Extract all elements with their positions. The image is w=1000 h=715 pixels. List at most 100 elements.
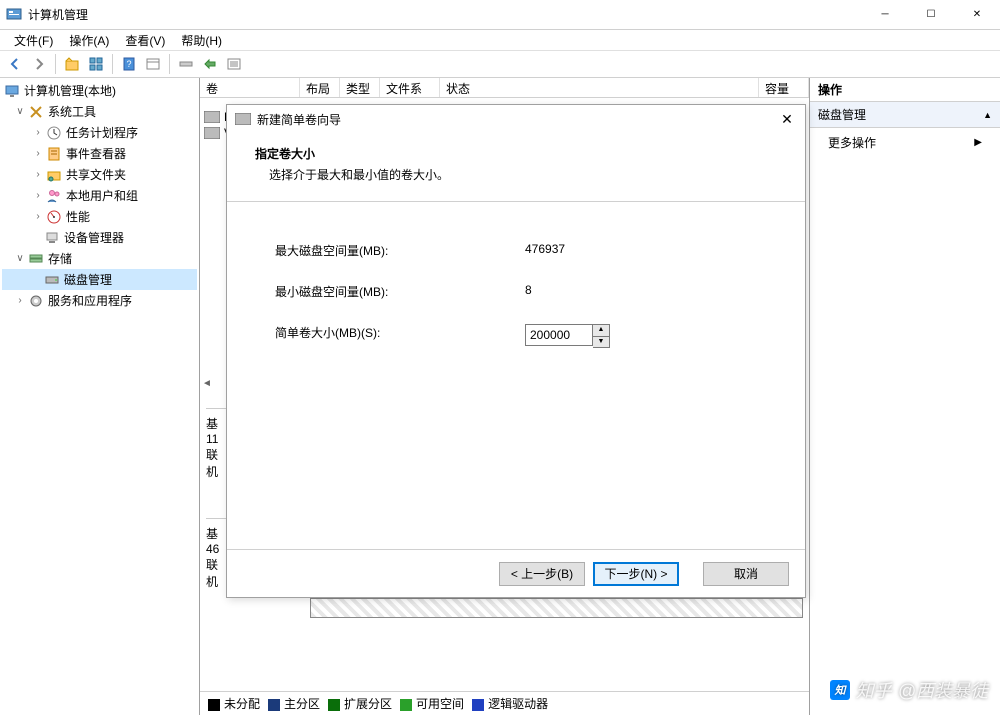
disk-block: 基 11 联机 <box>206 408 226 480</box>
list-button[interactable] <box>223 53 245 75</box>
legend-item: 逻辑驱动器 <box>472 695 548 712</box>
expander-icon[interactable]: › <box>32 169 44 181</box>
col-layout[interactable]: 布局 <box>300 78 340 97</box>
tree-label: 任务计划程序 <box>66 124 138 141</box>
maximize-button[interactable]: ☐ <box>908 0 954 30</box>
menu-bar: 文件(F) 操作(A) 查看(V) 帮助(H) <box>0 30 1000 50</box>
tree-label: 共享文件夹 <box>66 166 126 183</box>
disk-label: 46 <box>206 542 226 556</box>
back-button[interactable]: < 上一步(B) <box>499 562 585 586</box>
disk-icon <box>44 272 60 288</box>
tree-shared-folders[interactable]: › 共享文件夹 <box>2 164 197 185</box>
legend-item: 可用空间 <box>400 695 464 712</box>
spinner-down-button[interactable]: ▼ <box>593 336 609 347</box>
actions-header: 操作 <box>810 78 1000 102</box>
forward-button[interactable] <box>28 53 50 75</box>
tree-storage[interactable]: ∨ 存储 <box>2 248 197 269</box>
menu-view[interactable]: 查看(V) <box>117 30 173 51</box>
wizard-header-title: 指定卷大小 <box>255 145 777 162</box>
volume-size-input[interactable] <box>525 324 593 346</box>
disk-label: 联机 <box>206 556 226 590</box>
tree-task-scheduler[interactable]: › 任务计划程序 <box>2 122 197 143</box>
partition-strip[interactable] <box>310 598 803 618</box>
actions-panel: 操作 磁盘管理 ▲ 更多操作 ▶ <box>810 78 1000 715</box>
tree-device-manager[interactable]: 设备管理器 <box>2 227 197 248</box>
tree-performance[interactable]: › 性能 <box>2 206 197 227</box>
min-size-row: 最小磁盘空间量(MB): 8 <box>275 283 757 300</box>
minimize-button[interactable]: ─ <box>862 0 908 30</box>
expander-icon[interactable]: › <box>32 148 44 160</box>
col-type[interactable]: 类型 <box>340 78 380 97</box>
tree-label: 设备管理器 <box>64 229 124 246</box>
tree-local-users[interactable]: › 本地用户和组 <box>2 185 197 206</box>
col-status[interactable]: 状态 <box>440 78 759 97</box>
legend-item: 主分区 <box>268 695 320 712</box>
col-filesystem[interactable]: 文件系统 <box>380 78 440 97</box>
expander-icon[interactable]: › <box>32 190 44 202</box>
col-volume[interactable]: 卷 <box>200 78 300 97</box>
tree-system-tools[interactable]: ∨ 系统工具 <box>2 101 197 122</box>
tree-disk-management[interactable]: 磁盘管理 <box>2 269 197 290</box>
expander-icon[interactable]: ∨ <box>14 253 26 265</box>
tree-label: 系统工具 <box>48 103 96 120</box>
action-button[interactable] <box>199 53 221 75</box>
tree-label: 存储 <box>48 250 72 267</box>
wizard-header: 指定卷大小 选择介于最大和最小值的卷大小。 <box>227 133 805 202</box>
actions-section[interactable]: 磁盘管理 ▲ <box>810 102 1000 128</box>
svg-text:?: ? <box>126 59 131 69</box>
menu-action[interactable]: 操作(A) <box>61 30 117 51</box>
svg-text:知: 知 <box>833 684 847 697</box>
expander-icon[interactable]: ∨ <box>14 106 26 118</box>
wizard-header-subtitle: 选择介于最大和最小值的卷大小。 <box>255 166 777 183</box>
tree-event-viewer[interactable]: › 事件查看器 <box>2 143 197 164</box>
legend-item: 扩展分区 <box>328 695 392 712</box>
storage-icon <box>28 251 44 267</box>
chevron-right-icon: ▶ <box>974 137 982 148</box>
expander-icon[interactable]: › <box>32 211 44 223</box>
separator <box>169 54 170 74</box>
close-button[interactable]: ✕ <box>954 0 1000 30</box>
collapse-icon: ▲ <box>983 110 992 120</box>
help-button[interactable]: ? <box>118 53 140 75</box>
tree-panel: 计算机管理(本地) ∨ 系统工具 › 任务计划程序 › 事件查看器 › 共享文件… <box>0 78 200 715</box>
share-icon <box>46 167 62 183</box>
separator <box>112 54 113 74</box>
close-icon[interactable]: ✕ <box>777 111 797 128</box>
menu-help[interactable]: 帮助(H) <box>173 30 230 51</box>
expander-icon[interactable]: › <box>32 127 44 139</box>
event-icon <box>46 146 62 162</box>
disk-block: 基 46 联机 <box>206 518 226 590</box>
disk-label: 联机 <box>206 446 226 480</box>
tree-services-apps[interactable]: › 服务和应用程序 <box>2 290 197 311</box>
legend-bar: 未分配 主分区 扩展分区 可用空间 逻辑驱动器 <box>200 691 809 715</box>
clock-icon <box>46 125 62 141</box>
disk-label: 基 <box>206 525 226 542</box>
wizard-title: 新建简单卷向导 <box>257 111 341 128</box>
volume-table-header: 卷 布局 类型 文件系统 状态 容量 <box>200 78 809 98</box>
max-size-value: 476937 <box>525 242 565 259</box>
expander-icon[interactable]: › <box>14 295 26 307</box>
swatch-icon <box>268 699 280 711</box>
device-icon <box>44 230 60 246</box>
up-button[interactable] <box>61 53 83 75</box>
back-button[interactable] <box>4 53 26 75</box>
spinner-up-button[interactable]: ▲ <box>593 325 609 336</box>
tree-label: 本地用户和组 <box>66 187 138 204</box>
scroll-left-icon[interactable]: ◄ <box>202 378 212 394</box>
view-button[interactable] <box>142 53 164 75</box>
tree-label: 计算机管理(本地) <box>24 82 116 99</box>
volume-size-label: 简单卷大小(MB)(S): <box>275 324 525 348</box>
actions-more[interactable]: 更多操作 ▶ <box>810 128 1000 157</box>
window-title: 计算机管理 <box>28 6 862 23</box>
window-controls: ─ ☐ ✕ <box>862 0 1000 30</box>
swatch-icon <box>400 699 412 711</box>
cancel-button[interactable]: 取消 <box>703 562 789 586</box>
refresh-button[interactable] <box>175 53 197 75</box>
min-size-value: 8 <box>525 283 532 300</box>
tree-root[interactable]: 计算机管理(本地) <box>2 80 197 101</box>
menu-file[interactable]: 文件(F) <box>6 30 61 51</box>
col-capacity[interactable]: 容量 <box>759 78 809 97</box>
performance-icon <box>46 209 62 225</box>
properties-button[interactable] <box>85 53 107 75</box>
next-button[interactable]: 下一步(N) > <box>593 562 679 586</box>
